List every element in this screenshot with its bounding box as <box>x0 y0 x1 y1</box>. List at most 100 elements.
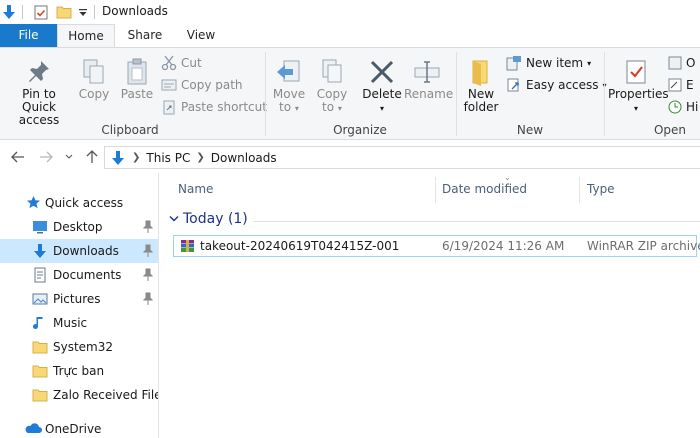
copy-button[interactable]: Copy <box>76 58 112 101</box>
downloads-icon <box>34 244 46 258</box>
paste-icon <box>127 58 147 85</box>
pin-icon[interactable] <box>143 292 153 306</box>
back-arrow-icon[interactable] <box>10 149 26 165</box>
delete-dropdown-icon: ▾ <box>379 104 384 113</box>
qat-separator <box>94 5 95 19</box>
qat-separator <box>22 5 23 19</box>
new-group-label: New <box>516 123 544 137</box>
copy-to-icon <box>322 59 342 83</box>
history-label: Hi <box>686 100 699 114</box>
column-divider[interactable] <box>435 177 436 203</box>
navigation-bar: ❯ This PC ❯ Downloads <box>0 141 700 173</box>
history-button[interactable]: Hi <box>668 98 698 116</box>
group-header-today[interactable]: Today (1) <box>169 211 248 227</box>
easy-access-label: Easy access <box>526 78 599 92</box>
navigation-pane: Quick access Desktop Downloads Documents… <box>0 173 168 438</box>
nav-quick-access-label: Quick access <box>45 196 124 210</box>
group-divider <box>253 221 700 222</box>
nav-item-zalo-label: Zalo Received Files <box>53 388 168 402</box>
group-separator <box>604 52 605 136</box>
breadcrumb-separator-icon[interactable]: ❯ <box>196 152 204 163</box>
address-bar[interactable]: ❯ This PC ❯ Downloads <box>104 146 700 169</box>
pin-icon[interactable] <box>143 244 153 258</box>
move-to-icon <box>277 60 300 82</box>
column-header-name[interactable]: Name <box>178 182 213 196</box>
open-button[interactable]: O <box>668 54 695 72</box>
nav-item-system32[interactable]: System32 <box>0 335 158 359</box>
move-to-button[interactable]: Move to ▾ <box>270 58 308 115</box>
title-bar: Downloads <box>0 0 700 24</box>
nav-item-system32-label: System32 <box>53 340 114 354</box>
new-item-label: New item <box>526 56 584 70</box>
nav-item-documents[interactable]: Documents <box>0 263 158 287</box>
copy-path-button[interactable]: Copy path <box>161 76 243 94</box>
copy-icon <box>83 59 104 84</box>
properties-button[interactable]: Properties ▾ <box>608 58 669 115</box>
nav-item-pictures[interactable]: Pictures <box>0 287 158 311</box>
open-group-label: Open <box>653 123 687 137</box>
pin-icon[interactable] <box>143 220 153 234</box>
copy-label: Copy <box>78 87 110 101</box>
rename-label: Rename <box>404 87 454 101</box>
down-arrow-icon[interactable] <box>2 4 16 20</box>
cloud-icon <box>25 423 42 433</box>
new-item-button[interactable]: New item ▾ <box>506 54 591 72</box>
sort-chevron-icon: ⌄ <box>504 173 511 182</box>
nav-item-downloads[interactable]: Downloads <box>0 239 158 263</box>
rename-button[interactable]: Rename <box>404 58 454 101</box>
history-icon <box>668 100 682 114</box>
paste-button[interactable]: Paste <box>118 58 156 101</box>
move-label-1: Move <box>272 87 306 101</box>
folder-icon <box>32 389 48 402</box>
nav-onedrive-label: OneDrive <box>45 422 102 436</box>
open-icon <box>668 56 682 70</box>
documents-icon <box>34 267 46 283</box>
nav-quick-access[interactable]: Quick access <box>0 191 158 215</box>
cut-button[interactable]: Cut <box>161 54 202 72</box>
breadcrumb-separator-icon[interactable]: ❯ <box>132 152 140 163</box>
cut-label: Cut <box>181 56 202 70</box>
properties-check-icon[interactable] <box>33 4 49 20</box>
copy-to-button[interactable]: Copy to ▾ <box>313 58 351 115</box>
pin-to-quick-access-button[interactable]: Pin to Quick access <box>4 58 74 127</box>
star-icon <box>27 196 40 209</box>
nav-item-truc-ban[interactable]: Trực ban <box>0 359 158 383</box>
pin-icon[interactable] <box>143 268 153 282</box>
nav-item-documents-label: Documents <box>53 268 122 282</box>
easy-access-button[interactable]: Easy access ▾ <box>506 76 607 94</box>
tab-share[interactable]: Share <box>118 24 172 47</box>
nav-item-music[interactable]: Music <box>0 311 158 335</box>
nav-item-zalo-received-files[interactable]: Zalo Received Files <box>0 383 168 407</box>
nav-item-music-label: Music <box>53 316 88 330</box>
new-folder-icon <box>472 60 488 86</box>
paste-shortcut-icon <box>163 100 175 115</box>
winrar-archive-icon <box>181 240 194 252</box>
pin-label-2: access <box>18 113 60 127</box>
column-divider[interactable] <box>579 177 580 203</box>
new-folder-button[interactable]: New folder <box>461 58 501 114</box>
tab-view[interactable]: View <box>178 24 224 47</box>
tab-file[interactable]: File <box>0 24 57 47</box>
nav-onedrive[interactable]: OneDrive <box>0 417 158 438</box>
nav-item-desktop[interactable]: Desktop <box>0 215 158 239</box>
breadcrumb-downloads[interactable]: Downloads <box>211 151 277 165</box>
file-row[interactable]: takeout-20240619T042415Z-001 6/19/2024 1… <box>173 235 700 257</box>
easy-access-icon <box>507 78 519 92</box>
edit-button[interactable]: E <box>668 76 694 94</box>
new-folder-label-2: folder <box>463 100 499 114</box>
tab-home[interactable]: Home <box>57 24 115 48</box>
customize-qat-chevron-icon[interactable] <box>77 4 89 20</box>
nav-item-truc-ban-label: Trực ban <box>53 364 105 378</box>
breadcrumb-this-pc[interactable]: This PC <box>146 151 190 165</box>
new-folder-qat-icon[interactable] <box>56 4 72 20</box>
up-arrow-icon[interactable] <box>84 149 100 165</box>
column-header-type[interactable]: Type <box>587 182 615 196</box>
file-name: takeout-20240619T042415Z-001 <box>200 239 400 253</box>
forward-arrow-icon[interactable] <box>38 149 54 165</box>
chevron-down-icon <box>169 216 179 222</box>
paste-shortcut-button[interactable]: Paste shortcut <box>161 98 267 116</box>
recent-locations-chevron-icon[interactable] <box>63 149 75 165</box>
column-header-date-modified[interactable]: Date modified <box>442 182 527 196</box>
move-label-2: to <box>279 100 292 114</box>
delete-button[interactable]: Delete ▾ <box>361 58 403 115</box>
